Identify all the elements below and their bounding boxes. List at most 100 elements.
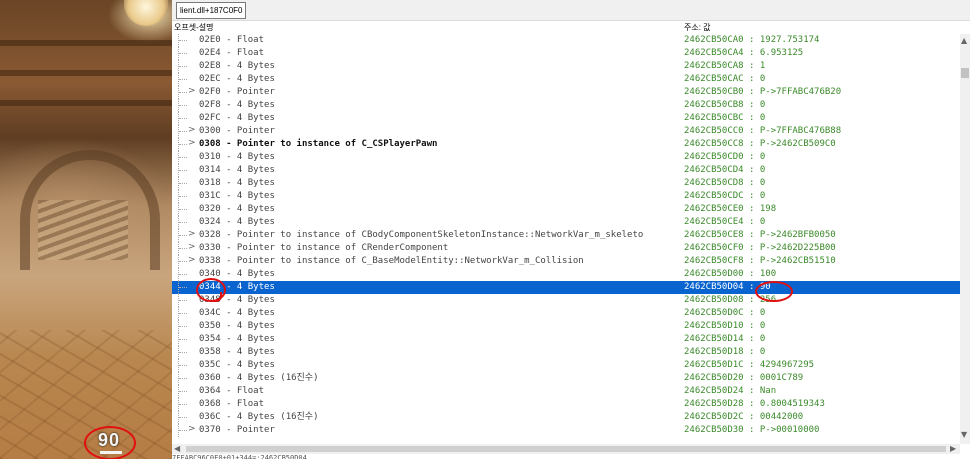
column-address-value[interactable]: 주소: 값	[684, 22, 711, 33]
offset-description: 0368 - Float	[199, 399, 265, 409]
scroll-down-icon[interactable]: ▼	[961, 430, 967, 439]
offset-description: 0308 - Pointer to instance of C_CSPlayer…	[199, 139, 438, 149]
offset-description: 034C - 4 Bytes	[199, 308, 275, 318]
structure-row[interactable]: 0344 - 4 Bytes 2462CB50D04 : 90	[172, 281, 960, 294]
offset-description: 02EC - 4 Bytes	[199, 74, 275, 84]
address-value: 2462CB50D20 : 0001C789	[684, 373, 804, 383]
structure-row[interactable]: >0330 - Pointer to instance of CRenderCo…	[172, 242, 960, 255]
offset-description: 031C - 4 Bytes	[199, 191, 275, 201]
structure-row[interactable]: 0340 - 4 Bytes 2462CB50D00 : 100	[172, 268, 960, 281]
scroll-thumb-horizontal[interactable]	[186, 446, 946, 452]
offset-description: 0358 - 4 Bytes	[199, 347, 275, 357]
structure-row[interactable]: 0358 - 4 Bytes 2462CB50D18 : 0	[172, 346, 960, 359]
structure-row[interactable]: 0310 - 4 Bytes 2462CB50CD0 : 0	[172, 151, 960, 164]
toolbar: lient.dll+187C0F0	[172, 0, 970, 21]
tree-line	[178, 320, 191, 333]
scroll-left-icon[interactable]: ◀	[174, 444, 180, 453]
structure-row[interactable]: 02E4 - Float 2462CB50CA4 : 6.953125	[172, 47, 960, 60]
tree-line	[178, 47, 191, 60]
address-value: 2462CB50D14 : 0	[684, 334, 766, 344]
tree-line	[178, 333, 191, 346]
structure-row[interactable]: 0324 - 4 Bytes 2462CB50CE4 : 0	[172, 216, 960, 229]
ceiling-beam	[0, 70, 172, 76]
expand-chevron-icon[interactable]: >	[188, 424, 196, 434]
scroll-thumb[interactable]	[961, 68, 969, 78]
offset-description: 0370 - Pointer	[199, 425, 275, 435]
structure-row[interactable]: 031C - 4 Bytes 2462CB50CDC : 0	[172, 190, 960, 203]
structure-row[interactable]: 02F8 - 4 Bytes 2462CB50CB8 : 0	[172, 99, 960, 112]
address-value: 2462CB50D0C : 0	[684, 308, 766, 318]
address-value: 2462CB50D2C : 00442000	[684, 412, 804, 422]
address-value: 2462CB50CC0 : P->7FFABC476B88	[684, 126, 842, 136]
address-value: 2462CB50CDC : 0	[684, 191, 766, 201]
structure-row[interactable]: 0350 - 4 Bytes 2462CB50D10 : 0	[172, 320, 960, 333]
offset-description: 02FC - 4 Bytes	[199, 113, 275, 123]
offset-description: 0338 - Pointer to instance of C_BaseMode…	[199, 256, 584, 266]
address-value: 2462CB50CD0 : 0	[684, 152, 766, 162]
structure-row[interactable]: >0328 - Pointer to instance of CBodyComp…	[172, 229, 960, 242]
expand-chevron-icon[interactable]: >	[188, 138, 196, 148]
address-value: 2462CB50D24 : Nan	[684, 386, 777, 396]
address-value: 2462CB50D30 : P->00010000	[684, 425, 820, 435]
horizontal-scrollbar[interactable]: ◀ ▶	[172, 444, 960, 454]
tree-line	[178, 112, 191, 125]
offset-description: 0324 - 4 Bytes	[199, 217, 275, 227]
vertical-scrollbar[interactable]: ▲ ▼	[960, 34, 970, 444]
expand-chevron-icon[interactable]: >	[188, 255, 196, 265]
tree-line	[178, 203, 191, 216]
expand-chevron-icon[interactable]: >	[188, 125, 196, 135]
address-value: 2462CB50CF0 : P->2462D225B00	[684, 243, 836, 253]
structure-row[interactable]: 02E0 - Float 2462CB50CA0 : 1927.753174	[172, 34, 960, 47]
address-value: 2462CB50CA4 : 6.953125	[684, 48, 804, 58]
structure-row[interactable]: 034C - 4 Bytes 2462CB50D0C : 0	[172, 307, 960, 320]
tree-line	[178, 346, 191, 359]
tree-line	[178, 177, 191, 190]
structure-row[interactable]: 0354 - 4 Bytes 2462CB50D14 : 0	[172, 333, 960, 346]
offset-description: 0360 - 4 Bytes (16진수)	[199, 373, 319, 383]
address-value: 2462CB50CD4 : 0	[684, 165, 766, 175]
column-offset-description[interactable]: 오프셋-설명	[174, 22, 213, 33]
offset-description: 02E0 - Float	[199, 35, 265, 45]
address-value: 2462CB50CA0 : 1927.753174	[684, 35, 820, 45]
scroll-up-icon[interactable]: ▲	[961, 36, 967, 45]
structure-row[interactable]: 035C - 4 Bytes 2462CB50D1C : 4294967295	[172, 359, 960, 372]
address-value: 2462CB50D00 : 100	[684, 269, 777, 279]
tree-line	[178, 398, 191, 411]
expand-chevron-icon[interactable]: >	[188, 242, 196, 252]
tree-line	[178, 34, 191, 47]
tree-line	[178, 190, 191, 203]
structure-row[interactable]: 0314 - 4 Bytes 2462CB50CD4 : 0	[172, 164, 960, 177]
address-value: 2462CB50D18 : 0	[684, 347, 766, 357]
expand-chevron-icon[interactable]: >	[188, 229, 196, 239]
tree-line	[178, 60, 191, 73]
structure-row[interactable]: 02E8 - 4 Bytes 2462CB50CA8 : 1	[172, 60, 960, 73]
ceiling-beam	[0, 100, 172, 106]
structure-row[interactable]: >0370 - Pointer 2462CB50D30 : P->00010000	[172, 424, 960, 437]
address-value: 2462CB50D28 : 0.8004519343	[684, 399, 825, 409]
address-value: 2462CB50CE0 : 198	[684, 204, 777, 214]
expand-chevron-icon[interactable]: >	[188, 86, 196, 96]
structure-row[interactable]: 0320 - 4 Bytes 2462CB50CE0 : 198	[172, 203, 960, 216]
structure-row[interactable]: 0318 - 4 Bytes 2462CB50CD8 : 0	[172, 177, 960, 190]
red-circle-annotation	[755, 281, 793, 302]
structure-row[interactable]: >02F0 - Pointer 2462CB50CB0 : P->7FFABC47…	[172, 86, 960, 99]
structure-row[interactable]: 036C - 4 Bytes (16진수) 2462CB50D2C : 00442…	[172, 411, 960, 424]
base-address-field[interactable]: lient.dll+187C0F0	[176, 2, 247, 19]
structure-row[interactable]: 02FC - 4 Bytes 2462CB50CBC : 0	[172, 112, 960, 125]
structure-row[interactable]: >0300 - Pointer 2462CB50CC0 : P->7FFABC47…	[172, 125, 960, 138]
structure-row[interactable]: 02EC - 4 Bytes 2462CB50CAC : 0	[172, 73, 960, 86]
tree-line	[178, 359, 191, 372]
structure-row[interactable]: 0360 - 4 Bytes (16진수) 2462CB50D20 : 0001C…	[172, 372, 960, 385]
address-value: 2462CB50CBC : 0	[684, 113, 766, 123]
structure-row[interactable]: 0364 - Float 2462CB50D24 : Nan	[172, 385, 960, 398]
offset-description: 0318 - 4 Bytes	[199, 178, 275, 188]
structure-row[interactable]: 0348 - 4 Bytes 2462CB50D08 : 256	[172, 294, 960, 307]
offset-description: 02E4 - Float	[199, 48, 265, 58]
scroll-right-icon[interactable]: ▶	[950, 444, 956, 453]
tree-line	[178, 151, 191, 164]
structure-row[interactable]: >0308 - Pointer to instance of C_CSPlaye…	[172, 138, 960, 151]
tree-line	[178, 281, 191, 294]
structure-row[interactable]: 0368 - Float 2462CB50D28 : 0.8004519343	[172, 398, 960, 411]
offset-description: 035C - 4 Bytes	[199, 360, 275, 370]
structure-row[interactable]: >0338 - Pointer to instance of C_BaseMod…	[172, 255, 960, 268]
